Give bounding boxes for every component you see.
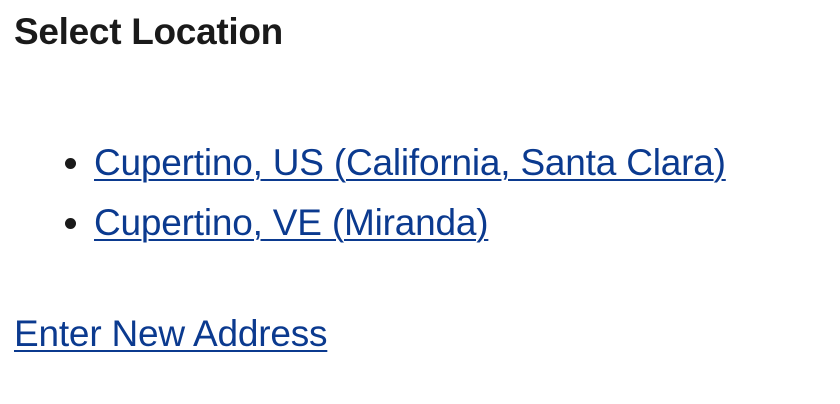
location-link-cupertino-us[interactable]: Cupertino, US (California, Santa Clara) [94, 142, 726, 183]
enter-new-address-link[interactable]: Enter New Address [14, 313, 328, 354]
list-item: Cupertino, VE (Miranda) [94, 193, 726, 253]
location-selector-page: Select Location Cupertino, US (Californi… [14, 0, 840, 404]
new-address-container: Enter New Address [14, 311, 328, 357]
page-title: Select Location [14, 11, 283, 52]
location-list: Cupertino, US (California, Santa Clara) … [14, 133, 726, 253]
list-item: Cupertino, US (California, Santa Clara) [94, 133, 726, 193]
location-link-cupertino-ve[interactable]: Cupertino, VE (Miranda) [94, 202, 489, 243]
